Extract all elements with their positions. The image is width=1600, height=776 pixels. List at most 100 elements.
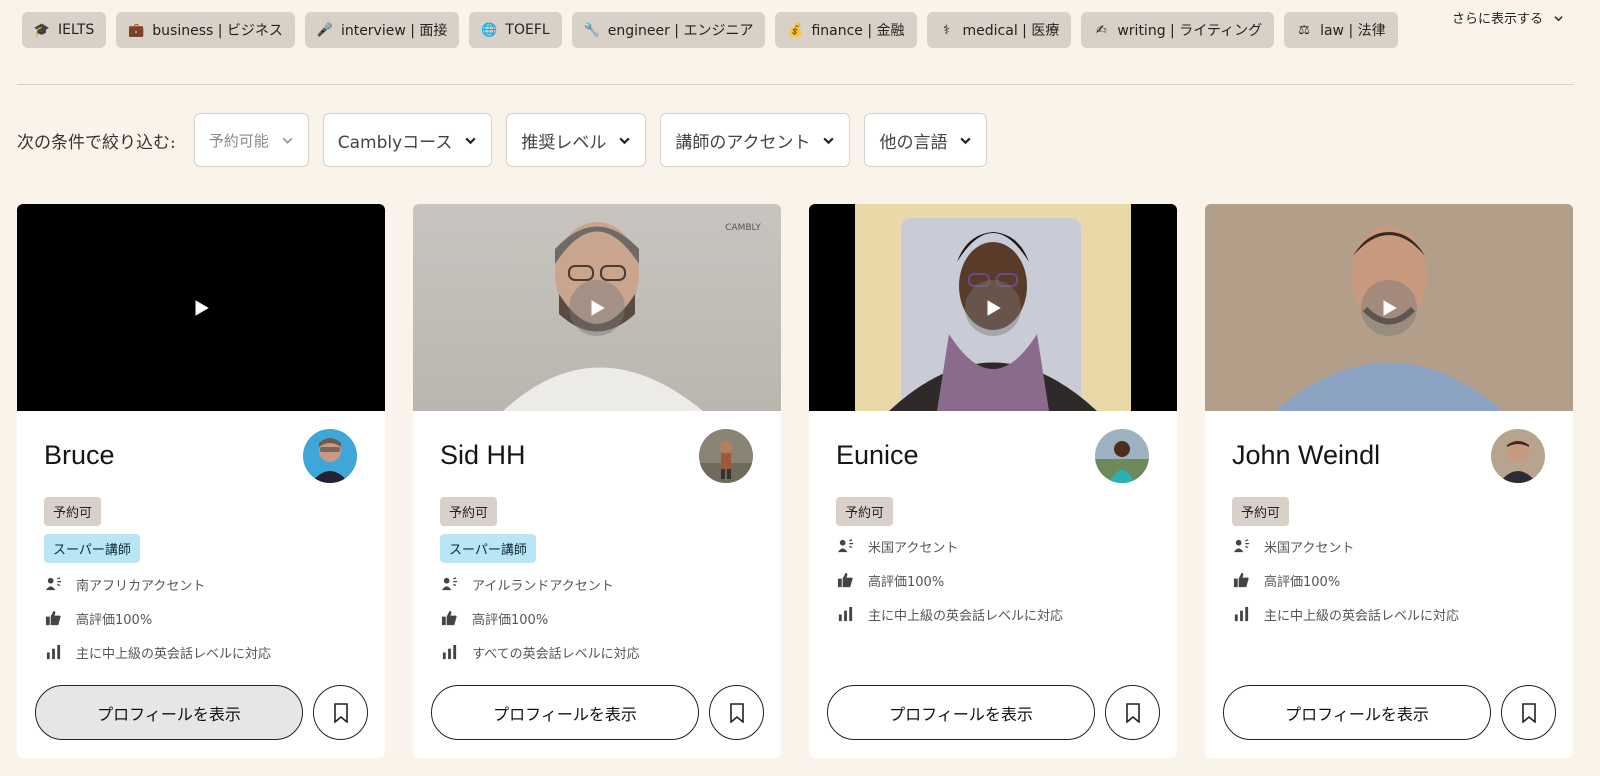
tag-label: interview | 面接	[340, 23, 448, 39]
bar-chart-icon	[836, 606, 854, 623]
bar-chart-icon	[440, 644, 458, 661]
play-icon[interactable]	[569, 279, 625, 336]
tag-label: TOEFL	[505, 22, 550, 38]
show-more-tags-button[interactable]: さらに表示する	[1452, 10, 1570, 30]
tutor-info: 南アフリカアクセント 高評価100% 主に中上級の英会話レベルに対応	[44, 574, 271, 662]
view-profile-button[interactable]: プロフィールを表示	[35, 685, 303, 740]
speaker-icon	[1232, 538, 1250, 555]
filter-tutor-accent[interactable]: 講師のアクセント	[660, 113, 851, 167]
filter-tutor-accent-label: 講師のアクセント	[675, 132, 811, 153]
card-actions: プロフィールを表示	[35, 685, 368, 740]
available-badge: 予約可	[44, 497, 102, 526]
play-icon[interactable]	[1361, 279, 1417, 336]
tag-engineer[interactable]: 🔧 engineer | エンジニア	[571, 12, 766, 48]
tag-label: medical | 医療	[962, 23, 1060, 39]
level-text: 主に中上級の英会話レベルに対応	[76, 646, 272, 662]
intro-video[interactable]	[809, 204, 1177, 411]
badge-group: 予約可 スーパー講師	[44, 497, 140, 563]
tutor-card: Eunice 予約可 米国アクセント 高評価100% 主に中上級の英会話レベルに…	[809, 204, 1177, 758]
tag-finance[interactable]: 💰 finance | 金融	[775, 12, 917, 48]
bookmark-button[interactable]	[313, 685, 368, 740]
level-row: 主に中上級の英会話レベルに対応	[44, 642, 271, 662]
play-icon[interactable]	[965, 279, 1021, 336]
chevron-down-icon	[465, 137, 476, 144]
intro-video[interactable]: CAMBLY	[413, 204, 781, 411]
level-text: 主に中上級の英会話レベルに対応	[868, 608, 1064, 624]
bookmark-button[interactable]	[1105, 685, 1160, 740]
bar-chart-icon	[1232, 606, 1250, 623]
filter-recommended-level[interactable]: 推奨レベル	[506, 113, 647, 167]
avatar	[699, 429, 753, 483]
level-row: すべての英会話レベルに対応	[440, 642, 640, 662]
bookmark-icon	[333, 702, 348, 723]
show-more-label: さらに表示する	[1452, 12, 1544, 27]
bookmark-button[interactable]	[1501, 685, 1556, 740]
accent-row: 南アフリカアクセント	[44, 574, 271, 594]
super-tutor-badge: スーパー講師	[44, 534, 140, 563]
view-profile-button[interactable]: プロフィールを表示	[431, 685, 699, 740]
tutor-card-grid: Bruce 予約可 スーパー講師 南アフリカアクセント 高評価100% 主に中上…	[17, 204, 1573, 758]
tag-law[interactable]: ⚖ law | 法律	[1284, 12, 1398, 48]
card-actions: プロフィールを表示	[1223, 685, 1556, 740]
filter-cambly-course[interactable]: Camblyコース	[322, 113, 493, 167]
tag-writing[interactable]: ✍ writing | ライティング	[1081, 12, 1275, 48]
filter-bar: 次の条件で絞り込む: 予約可能 Camblyコース 推奨レベル 講師のアクセント…	[17, 113, 988, 167]
thumbs-up-icon	[1232, 572, 1250, 589]
rating-text: 高評価100%	[76, 612, 153, 628]
card-actions: プロフィールを表示	[431, 685, 764, 740]
accent-row: 米国アクセント	[1232, 536, 1459, 556]
chevron-down-icon	[619, 137, 630, 144]
level-row: 主に中上級の英会話レベルに対応	[1232, 604, 1459, 624]
speaker-icon	[836, 538, 854, 555]
tutor-info: 米国アクセント 高評価100% 主に中上級の英会話レベルに対応	[836, 536, 1063, 624]
tag-toefl[interactable]: 🌐 TOEFL	[469, 12, 562, 48]
filter-other-languages[interactable]: 他の言語	[864, 113, 988, 167]
accent-text: 米国アクセント	[868, 540, 959, 556]
view-profile-button[interactable]: プロフィールを表示	[1223, 685, 1491, 740]
view-profile-button[interactable]: プロフィールを表示	[827, 685, 1095, 740]
bookmark-button[interactable]	[709, 685, 764, 740]
rating-text: 高評価100%	[472, 612, 549, 628]
tutor-name: Sid HH	[440, 440, 526, 470]
tag-label: business | ビジネス	[152, 23, 283, 39]
filter-availability[interactable]: 予約可能	[193, 113, 309, 167]
tag-interview[interactable]: 🎤 interview | 面接	[304, 12, 460, 48]
bookmark-icon	[729, 702, 744, 723]
avatar	[303, 429, 357, 483]
tutor-name: John Weindl	[1232, 440, 1381, 470]
tutor-info: 米国アクセント 高評価100% 主に中上級の英会話レベルに対応	[1232, 536, 1459, 624]
tutor-info: アイルランドアクセント 高評価100% すべての英会話レベルに対応	[440, 574, 640, 662]
filter-label: 次の条件で絞り込む:	[17, 132, 176, 153]
tag-ielts[interactable]: 🎓 IELTS	[22, 12, 107, 48]
tutor-card: CAMBLY Sid HH 予約可 スーパー講師 アイルランドアクセント 高評価…	[413, 204, 781, 758]
tag-label: IELTS	[58, 22, 95, 38]
level-text: すべての英会話レベルに対応	[472, 646, 640, 662]
accent-row: アイルランドアクセント	[440, 574, 640, 594]
chevron-down-icon	[960, 137, 972, 144]
badge-group: 予約可 スーパー講師	[440, 497, 536, 563]
rating-row: 高評価100%	[836, 570, 1063, 590]
accent-text: アイルランドアクセント	[472, 578, 614, 594]
accent-text: 米国アクセント	[1264, 540, 1355, 556]
tutor-card: John Weindl 予約可 米国アクセント 高評価100% 主に中上級の英会…	[1205, 204, 1573, 758]
rating-row: 高評価100%	[440, 608, 640, 628]
tutor-card: Bruce 予約可 スーパー講師 南アフリカアクセント 高評価100% 主に中上…	[17, 204, 385, 758]
intro-video[interactable]	[17, 204, 385, 411]
writing-hand-icon: ✍	[1095, 22, 1107, 38]
play-icon[interactable]	[173, 280, 229, 336]
tutor-name: Bruce	[44, 440, 115, 470]
tutor-name: Eunice	[836, 440, 919, 470]
thumbs-up-icon	[836, 572, 854, 589]
badge-group: 予約可	[1232, 497, 1290, 526]
graduation-cap-icon: 🎓	[33, 22, 51, 38]
tag-label: law | 法律	[1320, 23, 1386, 39]
tag-medical[interactable]: ⚕ medical | 医療	[926, 12, 1072, 48]
topic-tag-bar: 🎓 IELTS 💼 business | ビジネス 🎤 interview | 面接 …	[22, 12, 1398, 48]
card-actions: プロフィールを表示	[827, 685, 1160, 740]
accent-text: 南アフリカアクセント	[76, 578, 206, 594]
tag-business[interactable]: 💼 business | ビジネス	[116, 12, 295, 48]
thumbs-up-icon	[44, 610, 62, 627]
badge-group: 予約可	[836, 497, 894, 526]
globe-icon: 🌐	[481, 22, 498, 38]
intro-video[interactable]	[1205, 204, 1573, 411]
